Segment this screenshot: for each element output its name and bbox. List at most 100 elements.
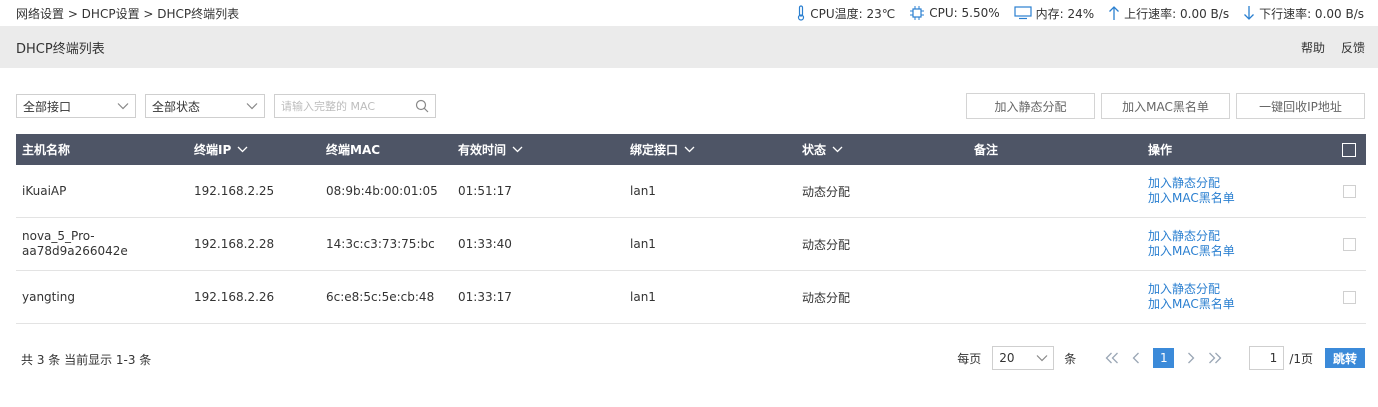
help-link[interactable]: 帮助 — [1301, 39, 1325, 56]
cell-ip: 192.168.2.25 — [194, 184, 275, 198]
table-row: nova_5_Pro-aa78d9a266042e 192.168.2.28 1… — [16, 218, 1366, 271]
chevron-down-icon — [1036, 355, 1048, 362]
status-select-value: 全部状态 — [152, 99, 201, 114]
cell-select — [1332, 237, 1366, 251]
cell-interface: lan1 — [630, 290, 656, 304]
cell-ip: 192.168.2.26 — [194, 290, 275, 304]
select-all-cell — [1332, 142, 1366, 157]
cell-mac: 14:3c:c3:73:75:bc — [326, 237, 435, 251]
cell-mac: 08:9b:4b:00:01:05 — [326, 184, 438, 198]
col-actions: 操作 — [1148, 141, 1332, 158]
cell-mac: 6c:e8:5c:5e:cb:48 — [326, 290, 435, 304]
cpu-chip-icon — [910, 6, 925, 20]
download-text: 下行速率: 0.00 B/s — [1259, 6, 1364, 21]
row-checkbox[interactable] — [1342, 290, 1356, 304]
dhcp-client-table: 主机名称 终端IP 终端MAC 有效时间 绑定接口 状态 备注 操作 iKuai… — [16, 134, 1366, 324]
col-hostname-label: 主机名称 — [22, 143, 71, 157]
title-bar: DHCP终端列表 帮助 反馈 — [0, 26, 1378, 68]
status-select[interactable]: 全部状态 — [145, 94, 265, 118]
col-note-label: 备注 — [974, 143, 999, 157]
add-blacklist-link[interactable]: 加入MAC黑名单 — [1148, 297, 1332, 312]
cpu-stat: CPU: 5.50% — [909, 5, 1000, 21]
arrow-down-icon — [1244, 6, 1255, 20]
page-size-value: 20 — [999, 351, 1015, 365]
cell-select — [1332, 290, 1366, 304]
add-static-link[interactable]: 加入静态分配 — [1148, 176, 1332, 191]
first-page-icon[interactable] — [1103, 348, 1121, 368]
col-lease-label: 有效时间 — [458, 143, 507, 157]
breadcrumb: 网络设置 > DHCP设置 > DHCP终端列表 — [16, 6, 240, 21]
cpu-temp-stat: CPU温度: 23℃ — [796, 5, 895, 22]
select-all-checkbox[interactable] — [1342, 142, 1356, 157]
col-actions-label: 操作 — [1148, 143, 1173, 157]
interface-select-value: 全部接口 — [23, 99, 72, 114]
col-hostname: 主机名称 — [16, 141, 194, 158]
goto-page-input[interactable]: 1 — [1249, 346, 1285, 370]
jump-button[interactable]: 跳转 — [1325, 348, 1365, 368]
col-mac-label: 终端MAC — [326, 143, 381, 157]
page-size-select[interactable]: 20 — [992, 346, 1055, 370]
col-ip[interactable]: 终端IP — [194, 141, 326, 158]
thermometer-icon — [798, 5, 805, 21]
cell-actions: 加入静态分配 加入MAC黑名单 — [1148, 282, 1332, 312]
table-header: 主机名称 终端IP 终端MAC 有效时间 绑定接口 状态 备注 操作 — [16, 134, 1366, 165]
total-pages-label: /1页 — [1289, 351, 1313, 366]
per-page-label: 每页 — [957, 351, 982, 366]
table-row: iKuaiAP 192.168.2.25 08:9b:4b:00:01:05 0… — [16, 165, 1366, 218]
page-title: DHCP终端列表 — [16, 41, 105, 57]
filter-bar: 全部接口 全部状态 — [16, 94, 436, 118]
cell-interface: lan1 — [630, 184, 656, 198]
cell-hostname: iKuaiAP — [22, 183, 67, 198]
cell-lease: 01:33:40 — [458, 237, 512, 251]
col-status-label: 状态 — [802, 143, 827, 157]
last-page-icon[interactable] — [1206, 348, 1224, 368]
sort-chevron-icon — [684, 146, 695, 153]
add-blacklist-link[interactable]: 加入MAC黑名单 — [1148, 244, 1332, 259]
add-static-link[interactable]: 加入静态分配 — [1148, 229, 1332, 244]
col-mac: 终端MAC — [326, 141, 458, 158]
cell-status: 动态分配 — [802, 290, 851, 305]
col-status[interactable]: 状态 — [802, 141, 974, 158]
add-static-link[interactable]: 加入静态分配 — [1148, 282, 1332, 297]
col-interface-label: 绑定接口 — [630, 143, 679, 157]
next-page-icon[interactable] — [1182, 348, 1200, 368]
upload-stat: 上行速率: 0.00 B/s — [1108, 5, 1229, 22]
top-status-bar: 网络设置 > DHCP设置 > DHCP终端列表 CPU温度: 23℃ CPU:… — [0, 0, 1378, 26]
col-ip-label: 终端IP — [194, 143, 232, 157]
system-stats: CPU温度: 23℃ CPU: 5.50% 内存: 24% 上行速率: 0.00… — [782, 5, 1364, 22]
interface-select[interactable]: 全部接口 — [16, 94, 136, 118]
add-static-button[interactable]: 加入静态分配 — [966, 93, 1095, 119]
page-1-button[interactable]: 1 — [1153, 348, 1175, 368]
cell-ip: 192.168.2.28 — [194, 237, 275, 251]
cpu-temp-text: CPU温度: 23℃ — [810, 6, 896, 21]
sort-chevron-icon — [832, 146, 843, 153]
cell-status: 动态分配 — [802, 237, 851, 252]
upload-text: 上行速率: 0.00 B/s — [1124, 6, 1230, 21]
sort-chevron-icon — [237, 146, 248, 153]
title-links: 帮助 反馈 — [1301, 39, 1365, 56]
record-summary: 共 3 条 当前显示 1-3 条 — [21, 353, 152, 367]
memory-text: 内存: 24% — [1035, 6, 1095, 21]
cell-actions: 加入静态分配 加入MAC黑名单 — [1148, 176, 1332, 206]
mac-search-input[interactable] — [281, 99, 411, 113]
add-mac-blacklist-button[interactable]: 加入MAC黑名单 — [1101, 93, 1230, 119]
row-checkbox[interactable] — [1342, 237, 1356, 251]
action-buttons: 加入静态分配 加入MAC黑名单 一键回收IP地址 — [966, 93, 1365, 119]
col-interface[interactable]: 绑定接口 — [630, 141, 802, 158]
reclaim-ip-button[interactable]: 一键回收IP地址 — [1236, 93, 1365, 119]
col-note: 备注 — [974, 141, 1148, 158]
row-checkbox[interactable] — [1342, 184, 1356, 198]
pagination: 每页 20 条 1 1 /1页 跳转 — [957, 346, 1365, 370]
feedback-link[interactable]: 反馈 — [1341, 39, 1365, 56]
page-size-unit: 条 — [1064, 351, 1077, 366]
table-row: yangting 192.168.2.26 6c:e8:5c:5e:cb:48 … — [16, 271, 1366, 324]
search-icon[interactable] — [415, 99, 429, 113]
col-lease[interactable]: 有效时间 — [458, 141, 630, 158]
prev-page-icon[interactable] — [1127, 348, 1145, 368]
add-blacklist-link[interactable]: 加入MAC黑名单 — [1148, 191, 1332, 206]
monitor-icon — [1014, 6, 1032, 20]
cell-hostname: nova_5_Pro-aa78d9a266042e — [22, 229, 128, 258]
cell-status: 动态分配 — [802, 184, 851, 199]
cell-lease: 01:51:17 — [458, 184, 512, 198]
mac-search-box — [274, 94, 436, 118]
